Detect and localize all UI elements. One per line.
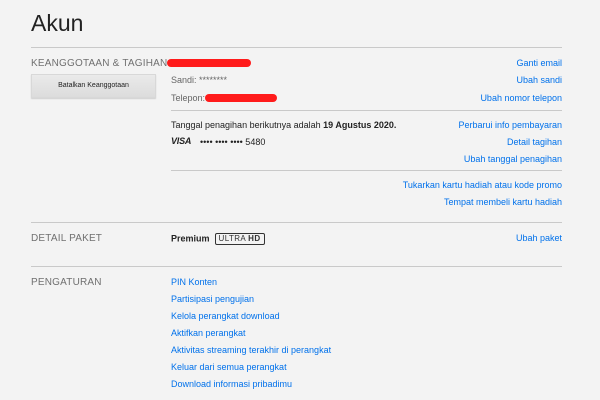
next-billing-text: Tanggal penagihan berikutnya adalah 19 A…	[171, 120, 396, 130]
divider-gift	[171, 170, 562, 171]
change-email-link[interactable]: Ganti email	[516, 58, 562, 68]
divider-settings	[31, 266, 562, 267]
plan-section-title: DETAIL PAKET	[31, 233, 103, 244]
phone-label: Telepon:	[171, 93, 206, 103]
divider-top	[31, 47, 562, 48]
badge-ultra: ULTRA	[218, 234, 247, 243]
settings-item-sign-out-all[interactable]: Keluar dari semua perangkat	[171, 362, 287, 372]
change-password-link[interactable]: Ubah sandi	[516, 75, 562, 85]
buy-gift-link[interactable]: Tempat membeli kartu hadiah	[444, 197, 562, 207]
ultra-hd-badge: ULTRA HD	[214, 233, 265, 245]
settings-section-title: PENGATURAN	[31, 277, 102, 288]
plan-name-row: Premium ULTRA HD	[171, 233, 265, 245]
divider-billing	[171, 110, 562, 111]
visa-icon: VISA	[171, 136, 192, 146]
change-phone-link[interactable]: Ubah nomor telepon	[480, 93, 562, 103]
change-plan-link[interactable]: Ubah paket	[516, 233, 562, 243]
billing-date: 19 Agustus 2020.	[323, 120, 397, 130]
password-field: Sandi: ********	[171, 75, 228, 85]
change-billing-date-link[interactable]: Ubah tanggal penagihan	[464, 154, 562, 164]
badge-hd: HD	[248, 234, 261, 243]
cancel-membership-button[interactable]: Batalkan Keanggotaan	[31, 74, 156, 98]
plan-name: Premium	[171, 233, 210, 244]
settings-item-activate-device[interactable]: Aktifkan perangkat	[171, 328, 246, 338]
billing-details-link[interactable]: Detail tagihan	[507, 137, 562, 147]
membership-section-title: KEANGGOTAAN & TAGIHAN	[31, 58, 168, 69]
redacted-phone	[205, 94, 277, 102]
page-title: Akun	[31, 10, 84, 36]
redeem-gift-link[interactable]: Tukarkan kartu hadiah atau kode promo	[403, 180, 562, 190]
settings-item-download-personal-info[interactable]: Download informasi pribadimu	[171, 379, 292, 389]
card-number: •••• •••• •••• 5480	[200, 137, 266, 147]
billing-prefix: Tanggal penagihan berikutnya adalah	[171, 120, 321, 130]
update-payment-link[interactable]: Perbarui info pembayaran	[458, 120, 562, 130]
settings-item-streaming-activity[interactable]: Aktivitas streaming terakhir di perangka…	[171, 345, 331, 355]
settings-item-test-participation[interactable]: Partisipasi pengujian	[171, 294, 254, 304]
settings-item-content-pin[interactable]: PIN Konten	[171, 277, 217, 287]
divider-plan	[31, 222, 562, 223]
redacted-email	[167, 59, 251, 67]
settings-item-download-devices[interactable]: Kelola perangkat download	[171, 311, 280, 321]
